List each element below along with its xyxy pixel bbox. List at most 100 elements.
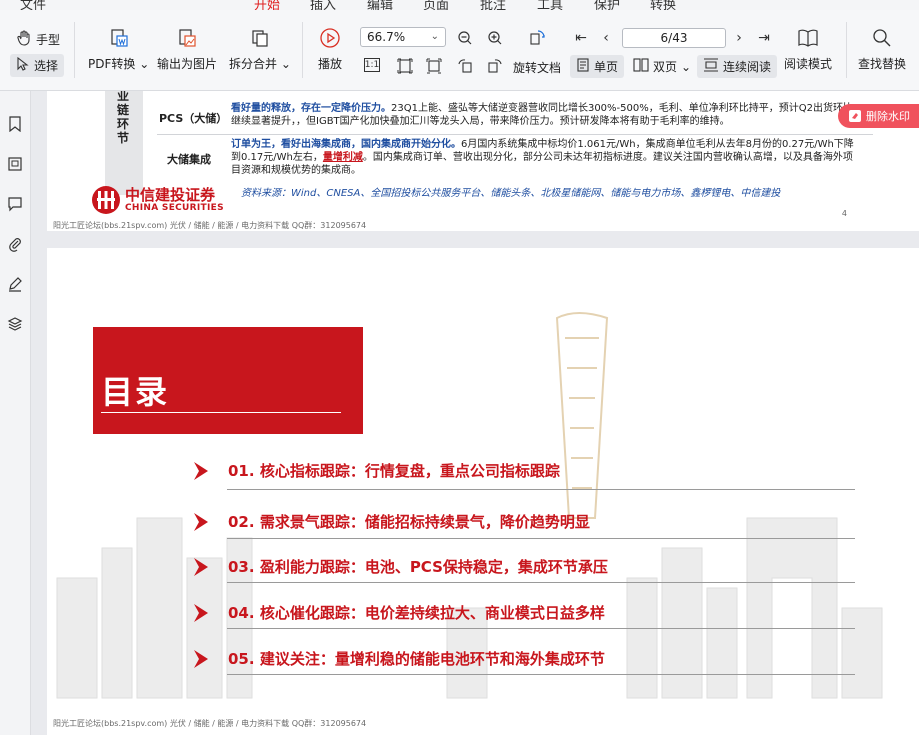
- side-label: 业链环节: [117, 91, 130, 145]
- search-icon: [871, 27, 893, 49]
- page-number-input[interactable]: 6/43: [622, 28, 726, 48]
- split-merge-label: 拆分合并: [229, 57, 278, 71]
- toc-text: 盈利能力跟踪：电池、PCS保持稳定，集成环节承压: [259, 558, 608, 576]
- menu-file[interactable]: 文件: [20, 0, 46, 10]
- row-text-pcs: 看好量的释放，存在一定降价压力。23Q1上能、盛弘等大储逆变器营收同比增长300…: [231, 102, 857, 128]
- fit-width-icon[interactable]: [424, 56, 444, 76]
- continuous-read-button[interactable]: 连续阅读: [697, 55, 778, 78]
- find-replace-button[interactable]: 查找替换: [858, 27, 906, 72]
- hand-tool-button[interactable]: 手型: [16, 30, 60, 49]
- cursor-icon: [16, 56, 30, 74]
- bookmark-icon[interactable]: [6, 115, 24, 133]
- data-source: 资料来源：Wind、CNESA、全国招投标公共服务平台、储能头条、北极星储能网、…: [241, 188, 781, 199]
- remove-watermark-button[interactable]: 删除水印: [838, 104, 919, 128]
- prev-page-icon[interactable]: ‹: [596, 28, 616, 48]
- toc-divider: [227, 582, 855, 583]
- row-text-storage: 订单为王，看好出海集成商，国内集成商开始分化。6月国内系统集成中标均价1.061…: [231, 138, 861, 177]
- zoom-value: 66.7%: [367, 30, 406, 44]
- split-merge-button[interactable]: 拆分合并 ⌄: [229, 27, 291, 72]
- toc-divider: [227, 628, 855, 629]
- menu-protect[interactable]: 保护: [594, 0, 620, 10]
- toc-num: 04.: [228, 604, 255, 622]
- rotate-right-icon[interactable]: [485, 56, 505, 76]
- rotate-doc-label: 旋转文档: [513, 61, 562, 75]
- menu-bar: 文件 开始 插入 编辑 页面 批注 工具 保护 转换: [0, 0, 919, 10]
- toc-divider: [227, 674, 855, 675]
- row-highlight-storage: 订单为王，看好出海集成商，国内集成商开始分化。: [231, 139, 461, 150]
- play-button[interactable]: 播放: [318, 27, 342, 72]
- toc-text: 需求景气跟踪：储能招标持续景气，降价趋势明显: [259, 513, 590, 531]
- chevron-right-icon: [194, 461, 208, 480]
- toc-item-5[interactable]: 05. 建议关注：量增利稳的储能电池环节和海外集成环节: [192, 648, 605, 669]
- split-merge-icon: [249, 27, 271, 49]
- pdf-convert-button[interactable]: PDF转换 ⌄: [88, 27, 149, 72]
- play-icon: [319, 27, 341, 49]
- toc-item-1[interactable]: 01. 核心指标跟踪：行情复盘，重点公司指标跟踪: [192, 460, 560, 481]
- last-page-icon[interactable]: ⇥: [754, 28, 774, 48]
- chevron-down-icon: ⌄: [430, 31, 439, 42]
- single-page-button[interactable]: 单页: [570, 55, 625, 78]
- hand-icon: [16, 30, 32, 49]
- toc-text: 核心指标跟踪：行情复盘，重点公司指标跟踪: [259, 462, 560, 480]
- actual-size-icon[interactable]: 1:1: [364, 58, 380, 72]
- rotate-left-icon[interactable]: [455, 56, 475, 76]
- row-label-pcs: PCS（大储）: [159, 112, 228, 125]
- pdf-convert-label: PDF转换: [88, 57, 136, 71]
- menu-home[interactable]: 开始: [254, 0, 280, 10]
- read-mode-button[interactable]: 阅读模式: [784, 27, 832, 72]
- toc-divider: [227, 489, 855, 490]
- menu-tools[interactable]: 工具: [537, 0, 563, 10]
- play-label: 播放: [318, 57, 343, 71]
- next-page-icon[interactable]: ›: [729, 28, 749, 48]
- double-page-button[interactable]: 双页 ⌄: [633, 58, 691, 75]
- continuous-read-label: 连续阅读: [723, 60, 772, 74]
- comment-icon[interactable]: [6, 195, 24, 213]
- chevron-right-icon: [194, 603, 208, 622]
- toc-item-3[interactable]: 03. 盈利能力跟踪：电池、PCS保持稳定，集成环节承压: [192, 556, 608, 577]
- toc-num: 02.: [228, 513, 255, 531]
- toc-text: 建议关注：量增利稳的储能电池环节和海外集成环节: [259, 650, 605, 668]
- chevron-right-icon: [194, 512, 208, 531]
- menu-edit[interactable]: 编辑: [367, 0, 393, 10]
- menu-convert[interactable]: 转换: [650, 0, 676, 10]
- first-page-icon[interactable]: ⇤: [571, 28, 591, 48]
- attachment-icon[interactable]: [6, 235, 24, 253]
- chevron-down-icon: ⌄: [681, 59, 692, 74]
- page-number: 4: [841, 209, 847, 218]
- menu-insert[interactable]: 插入: [310, 0, 336, 10]
- toc-title-underline: [101, 412, 341, 413]
- thumbnail-icon[interactable]: [6, 155, 24, 173]
- rotate-doc-button[interactable]: 旋转文档: [513, 59, 561, 76]
- eraser-icon: [849, 110, 861, 122]
- zoom-select[interactable]: 66.7% ⌄: [360, 27, 446, 47]
- menu-page[interactable]: 页面: [423, 0, 449, 10]
- export-image-button[interactable]: 输出为图片: [157, 27, 217, 72]
- actual-size-label: 1:1: [364, 60, 380, 70]
- remove-watermark-label: 删除水印: [866, 110, 910, 123]
- left-sidebar: [0, 91, 31, 735]
- layers-icon[interactable]: [6, 315, 24, 333]
- pdf-page-previous: 业链环节 PCS（大储） 看好量的释放，存在一定降价压力。23Q1上能、盛弘等大…: [47, 91, 919, 231]
- pdf-convert-icon: [108, 27, 130, 49]
- rotate-icon[interactable]: [527, 28, 547, 48]
- chevron-right-icon: [194, 557, 208, 576]
- single-page-icon: [576, 58, 590, 75]
- book-icon: [797, 27, 819, 49]
- toc-item-4[interactable]: 04. 核心催化跟踪：电价差持续拉大、商业模式日益多样: [192, 602, 605, 623]
- double-page-label: 双页: [653, 60, 678, 74]
- zoom-out-icon[interactable]: [455, 28, 475, 48]
- toc-item-2[interactable]: 02. 需求景气跟踪：储能招标持续景气，降价趋势明显: [192, 511, 590, 532]
- fit-page-icon[interactable]: [395, 56, 415, 76]
- zoom-in-icon[interactable]: [485, 28, 505, 48]
- menu-annotate[interactable]: 批注: [480, 0, 506, 10]
- signature-icon[interactable]: [6, 275, 24, 293]
- row-underline-storage: 量增利减: [322, 152, 363, 163]
- select-tool-button[interactable]: 选择: [10, 54, 65, 77]
- chevron-right-icon: [194, 649, 208, 668]
- toc-title: 目录: [101, 373, 170, 411]
- citic-logo-icon: [92, 186, 120, 214]
- table-side-column: 业链环节: [105, 91, 143, 195]
- row-label-storage: 大储集成: [167, 153, 211, 166]
- page-footer: 阳光工匠论坛(bbs.21spv.com) 光伏 / 储能 / 能源 / 电力资…: [53, 221, 367, 230]
- page-counter: 6/43: [660, 31, 688, 45]
